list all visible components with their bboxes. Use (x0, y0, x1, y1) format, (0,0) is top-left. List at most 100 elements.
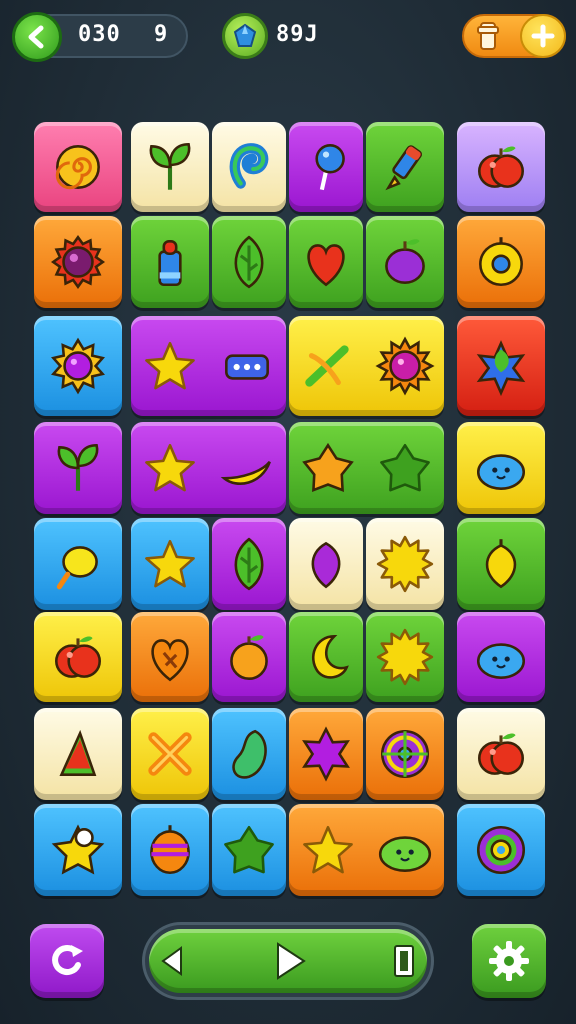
board-tile[interactable] (457, 804, 545, 896)
gem-count: 89J (276, 22, 319, 47)
shuffle-button[interactable] (30, 924, 104, 998)
play-icon (277, 942, 306, 980)
star-orange-icon (297, 437, 359, 499)
board-tile[interactable] (366, 612, 444, 702)
board-tile[interactable] (289, 122, 363, 212)
donut-icon (470, 231, 532, 293)
star-pearl-icon (47, 819, 109, 881)
exit-door-icon (394, 945, 414, 977)
board-tile[interactable] (457, 316, 545, 416)
board-tile[interactable] (131, 804, 209, 896)
ring-icon (470, 819, 532, 881)
star-yellow-icon (139, 335, 201, 397)
back-button[interactable] (12, 12, 62, 62)
board-tile[interactable] (366, 708, 444, 800)
plus-icon (531, 24, 555, 48)
gem-button[interactable] (222, 13, 268, 59)
apple-icon (47, 626, 109, 688)
bottle-icon (139, 231, 201, 293)
board-tile[interactable] (131, 708, 209, 800)
board-tile[interactable] (289, 804, 444, 896)
exit-button[interactable] (382, 938, 426, 984)
star-yellow-icon (139, 437, 201, 499)
gear-icon (489, 941, 529, 981)
settings-button[interactable] (472, 924, 546, 998)
blob-green-icon (374, 819, 436, 881)
sun-gem-icon (47, 335, 109, 397)
board-tile[interactable] (131, 216, 209, 308)
bean-green-icon (218, 723, 280, 785)
board-tile[interactable] (34, 422, 122, 514)
board-tile[interactable] (289, 316, 444, 416)
board-tile[interactable] (131, 122, 209, 212)
board-tile[interactable] (289, 612, 363, 702)
striped-egg-icon (139, 819, 201, 881)
star-green-icon (374, 437, 436, 499)
board-tile[interactable] (131, 316, 286, 416)
board-tile[interactable] (34, 316, 122, 416)
board-tile[interactable] (457, 612, 545, 702)
back-arrow-icon (28, 25, 44, 49)
swirl-blue-icon (218, 136, 280, 198)
board-tile[interactable] (131, 422, 286, 514)
cross-leaf-icon (297, 335, 359, 397)
board-tile[interactable] (212, 708, 286, 800)
shop-icon (477, 22, 499, 50)
board-tile[interactable] (457, 708, 545, 800)
board-tile[interactable] (212, 216, 286, 308)
previous-button[interactable] (150, 938, 194, 984)
star-yellow-icon (297, 819, 359, 881)
lemon-icon (47, 533, 109, 595)
board-tile[interactable] (131, 612, 209, 702)
board-tile[interactable] (34, 518, 122, 610)
sprout-icon (139, 136, 201, 198)
watermelon-icon (47, 723, 109, 785)
apple-icon (470, 723, 532, 785)
board-tile[interactable] (457, 518, 545, 610)
plum-icon (374, 231, 436, 293)
wheel-icon (374, 723, 436, 785)
burst-purple-icon (374, 335, 436, 397)
board-tile[interactable] (289, 708, 363, 800)
shuffle-icon (52, 945, 83, 975)
burst-yellow-icon (374, 626, 436, 688)
gear-gem-icon (47, 231, 109, 293)
board-tile[interactable] (34, 804, 122, 896)
star-yellow-icon (139, 533, 201, 595)
burst-yellow-icon (374, 533, 436, 595)
marker-icon (374, 136, 436, 198)
board-tile[interactable] (131, 518, 209, 610)
score-value: 030 (78, 22, 121, 47)
apple-icon (470, 136, 532, 198)
blob-blue-icon (470, 626, 532, 688)
board-tile[interactable] (457, 422, 545, 514)
blob-blue-icon (470, 437, 532, 499)
board-tile[interactable] (366, 216, 444, 308)
board-tile[interactable] (457, 122, 545, 212)
star-green-icon (218, 819, 280, 881)
board-tile[interactable] (212, 804, 286, 896)
board-tile[interactable] (289, 422, 444, 514)
gem-icon (233, 23, 257, 47)
board-tile[interactable] (366, 518, 444, 610)
play-button[interactable] (268, 938, 312, 984)
board-tile[interactable] (34, 612, 122, 702)
previous-icon (161, 946, 182, 976)
peach-icon (218, 626, 280, 688)
board-tile[interactable] (212, 612, 286, 702)
star-purple-icon (295, 723, 357, 785)
board-tile[interactable] (289, 518, 363, 610)
star-blue-icon (470, 335, 532, 397)
banana-icon (216, 437, 278, 499)
board-tile[interactable] (457, 216, 545, 308)
add-gems-button[interactable] (520, 14, 566, 58)
board-tile[interactable] (366, 122, 444, 212)
board-tile[interactable] (212, 122, 286, 212)
board-tile[interactable] (289, 216, 363, 308)
board-tile[interactable] (34, 216, 122, 308)
shop-button[interactable] (468, 16, 508, 56)
heart-yellow-icon (470, 533, 532, 595)
board-tile[interactable] (34, 122, 122, 212)
board-tile[interactable] (34, 708, 122, 800)
board-tile[interactable] (212, 518, 286, 610)
